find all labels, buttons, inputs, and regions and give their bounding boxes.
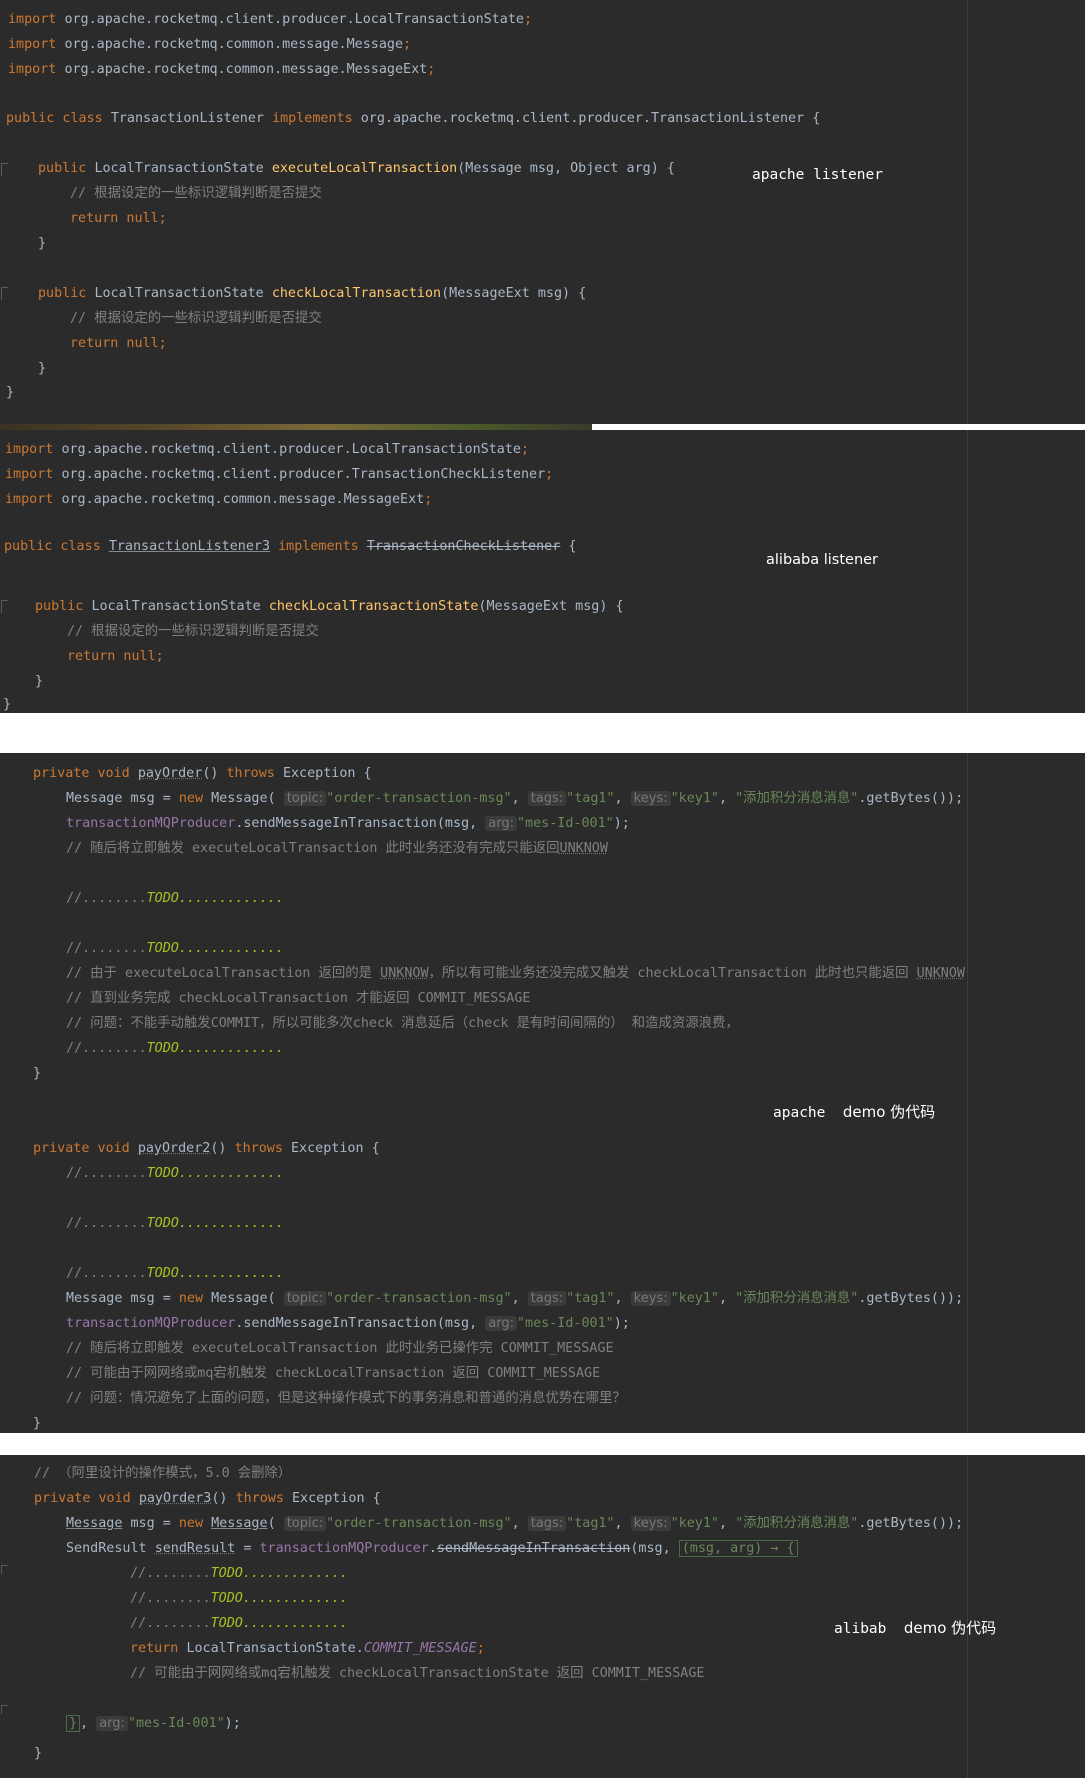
method-signature[interactable]: private void payOrder() throws Exception…	[33, 761, 372, 786]
closing-brace: }	[35, 674, 44, 689]
import-line[interactable]: import org.apache.rocketmq.client.produc…	[5, 462, 553, 487]
import-line[interactable]: import org.apache.rocketmq.common.messag…	[8, 32, 411, 57]
todo-comment[interactable]: //........TODO.............	[66, 1161, 284, 1186]
fold-marker-icon[interactable]	[1, 287, 8, 300]
right-margin-guide	[967, 753, 968, 1433]
annotation-alibaba-demo: alibab demo 伪代码	[834, 1619, 997, 1637]
method-signature[interactable]: private void payOrder2() throws Exceptio…	[33, 1136, 380, 1161]
annotation-apache-listener: apache listener	[752, 167, 883, 183]
class-declaration[interactable]: public class TransactionListener3 implem…	[4, 534, 576, 559]
code-comment[interactable]: // 可能由于网网络或mq宕机触发 checkLocalTransaction …	[66, 1361, 600, 1386]
closing-brace: }	[6, 385, 15, 400]
message-construct-line[interactable]: Message msg = new Message( topic: "order-…	[66, 1511, 963, 1536]
code-comment[interactable]: // 根据设定的一些标识逻辑判断是否提交	[70, 181, 322, 206]
todo-comment[interactable]: //........TODO.............	[130, 1586, 348, 1611]
todo-comment[interactable]: //........TODO.............	[66, 1036, 284, 1061]
fold-marker-icon[interactable]	[1, 1705, 8, 1714]
code-comment[interactable]: // 问题：不能手动触发COMMIT，所以可能多次check 消息延后（chec…	[66, 1011, 739, 1036]
import-line[interactable]: import org.apache.rocketmq.common.messag…	[5, 487, 432, 512]
import-line[interactable]: import org.apache.rocketmq.client.produc…	[8, 7, 532, 32]
fold-marker-icon[interactable]	[1, 600, 8, 613]
method-signature[interactable]: public LocalTransactionState checkLocalT…	[38, 281, 586, 306]
message-construct-line[interactable]: Message msg = new Message( topic: "order-…	[66, 1286, 963, 1311]
code-panel-alibaba-demo: // （阿里设计的操作模式，5.0 会删除） private void payO…	[0, 1455, 1085, 1778]
send-transaction-line[interactable]: transactionMQProducer.sendMessageInTrans…	[66, 811, 630, 836]
method-signature[interactable]: public LocalTransactionState checkLocalT…	[35, 594, 624, 619]
lambda-close-line[interactable]: }, arg: "mes-Id-001");	[66, 1711, 241, 1736]
right-margin-guide	[967, 430, 968, 713]
return-statement[interactable]: return LocalTransactionState.COMMIT_MESS…	[130, 1636, 485, 1661]
todo-comment[interactable]: //........TODO.............	[66, 886, 284, 911]
code-comment[interactable]: // 根据设定的一些标识逻辑判断是否提交	[70, 306, 322, 331]
fold-marker-icon[interactable]	[1, 163, 8, 176]
code-comment[interactable]: // 随后将立即触发 executeLocalTransaction 此时业务还…	[66, 836, 608, 861]
closing-brace: }	[34, 1746, 43, 1761]
todo-comment[interactable]: //........TODO.............	[66, 936, 284, 961]
annotation-alibaba-listener: alibaba listener	[766, 552, 879, 568]
closing-brace: }	[33, 1066, 42, 1081]
closing-brace: }	[38, 361, 47, 376]
fold-marker-icon[interactable]	[1, 1565, 8, 1574]
code-panel-apache-listener: import org.apache.rocketmq.client.produc…	[0, 0, 1085, 424]
code-comment[interactable]: // 根据设定的一些标识逻辑判断是否提交	[67, 619, 319, 644]
return-statement[interactable]: return null;	[70, 206, 167, 231]
todo-comment[interactable]: //........TODO.............	[66, 1261, 284, 1286]
closing-brace: }	[33, 1416, 42, 1431]
closing-brace: }	[3, 697, 12, 712]
method-signature[interactable]: public LocalTransactionState executeLoca…	[38, 156, 675, 181]
closing-brace: }	[38, 236, 47, 251]
code-comment[interactable]: // 随后将立即触发 executeLocalTransaction 此时业务已…	[66, 1336, 614, 1361]
todo-comment[interactable]: //........TODO.............	[130, 1611, 348, 1636]
code-comment[interactable]: // 由于 executeLocalTransaction 返回的是 UNKNO…	[66, 961, 965, 986]
return-statement[interactable]: return null;	[67, 644, 164, 669]
code-comment[interactable]: // 可能由于网网络或mq宕机触发 checkLocalTransactionS…	[130, 1661, 704, 1686]
import-line[interactable]: import org.apache.rocketmq.common.messag…	[8, 57, 435, 82]
send-transaction-line[interactable]: transactionMQProducer.sendMessageInTrans…	[66, 1311, 630, 1336]
annotation-apache-demo: apache demo 伪代码	[773, 1103, 936, 1121]
class-declaration[interactable]: public class TransactionListener impleme…	[6, 106, 820, 131]
import-line[interactable]: import org.apache.rocketmq.client.produc…	[5, 437, 529, 462]
right-margin-guide	[967, 0, 968, 424]
return-statement[interactable]: return null;	[70, 331, 167, 356]
message-construct-line[interactable]: Message msg = new Message( topic: "order-…	[66, 786, 963, 811]
right-margin-guide	[967, 1455, 968, 1778]
todo-comment[interactable]: //........TODO.............	[130, 1561, 348, 1586]
code-comment[interactable]: // （阿里设计的操作模式，5.0 会删除）	[34, 1461, 291, 1486]
image-seam	[592, 426, 1085, 429]
code-panel-apache-demo: private void payOrder() throws Exception…	[0, 753, 1085, 1433]
send-transaction-line[interactable]: SendResult sendResult = transactionMQPro…	[66, 1536, 798, 1561]
method-signature[interactable]: private void payOrder3() throws Exceptio…	[34, 1486, 381, 1511]
todo-comment[interactable]: //........TODO.............	[66, 1211, 284, 1236]
code-panel-alibaba-listener: import org.apache.rocketmq.client.produc…	[0, 430, 1085, 713]
code-comment[interactable]: // 直到业务完成 checkLocalTransaction 才能返回 COM…	[66, 986, 530, 1011]
code-comment[interactable]: // 问题：情况避免了上面的问题，但是这种操作模式下的事务消息和普通的消息优势在…	[66, 1386, 626, 1411]
